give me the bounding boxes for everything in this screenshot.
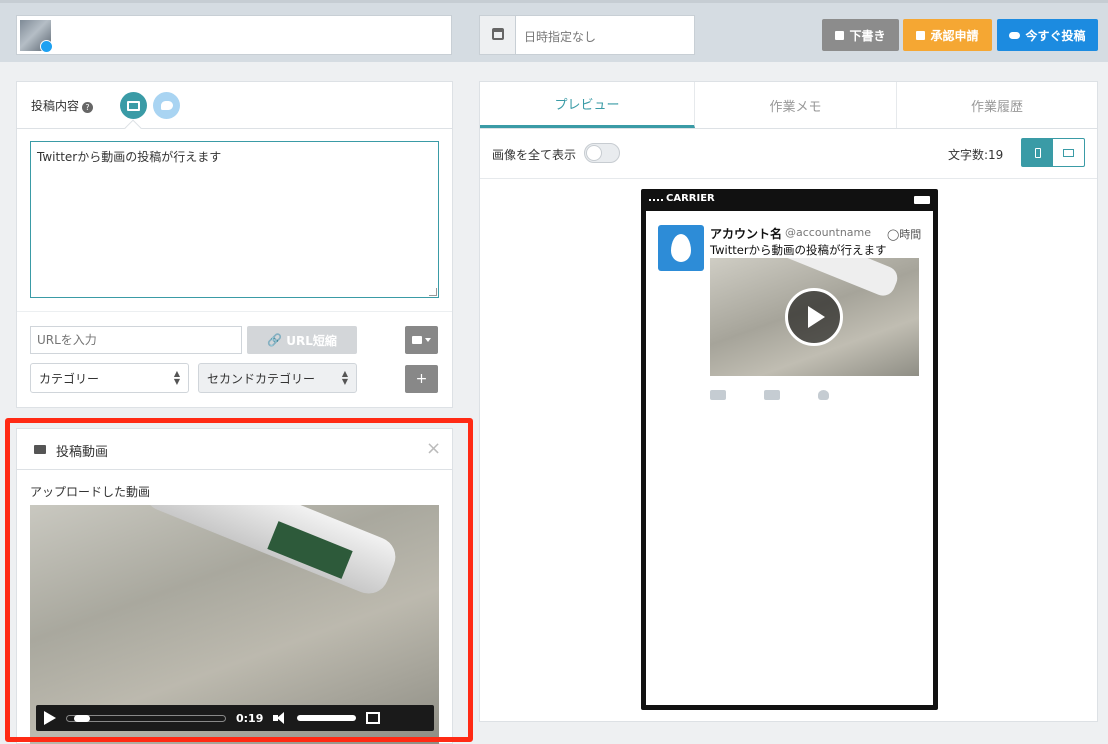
show-all-images-label: 画像を全て表示 — [492, 148, 577, 162]
composer-tab-label: 投稿内容? — [31, 97, 94, 114]
volume-icon[interactable] — [273, 712, 287, 724]
preview-panel: プレビュー 作業メモ 作業履歴 画像を全て表示 文字数:19 CARRIER ア… — [479, 81, 1098, 722]
help-icon[interactable]: ? — [82, 102, 94, 113]
post-now-button[interactable]: 今すぐ投稿 — [997, 19, 1098, 51]
tab-common-content[interactable] — [120, 92, 147, 119]
approve-button-label: 承認申請 — [930, 28, 979, 43]
section-divider — [17, 311, 452, 312]
volume-slider[interactable] — [297, 715, 357, 721]
tab-divider — [17, 128, 452, 129]
play-icon[interactable] — [44, 711, 56, 725]
post-now-button-label: 今すぐ投稿 — [1025, 28, 1086, 43]
tab-work-history[interactable]: 作業履歴 — [897, 82, 1097, 128]
cloud-upload-icon — [1009, 31, 1021, 39]
tab-twitter[interactable] — [153, 92, 180, 119]
resize-handle[interactable] — [429, 288, 437, 296]
video-panel: 投稿動画 × アップロードした動画 0:19 — [16, 428, 453, 744]
video-controls: 0:19 — [36, 705, 434, 731]
document-icon — [916, 30, 926, 40]
tweet-handle: @accountname — [785, 226, 872, 239]
mobile-icon — [1034, 147, 1041, 158]
signal-icon — [649, 194, 663, 201]
draft-button[interactable]: 下書き — [822, 19, 899, 51]
uploaded-video-player[interactable]: 0:19 — [30, 505, 439, 744]
camera-icon — [412, 336, 422, 344]
account-selector[interactable] — [16, 15, 452, 55]
draft-button-label: 下書き — [849, 28, 886, 43]
tab-preview[interactable]: プレビュー — [480, 82, 695, 128]
phone-preview: CARRIER アカウント名 @accountname ◯時間 Twitterか… — [641, 189, 938, 710]
category-select[interactable]: カテゴリー ▲ ▼ — [30, 363, 189, 393]
film-icon — [34, 445, 46, 454]
video-panel-title: 投稿動画 — [56, 445, 109, 460]
video-frame-content — [138, 505, 402, 600]
url-input[interactable] — [30, 326, 242, 354]
approve-button[interactable]: 承認申請 — [903, 19, 992, 51]
tweet-account-name: アカウント名 — [710, 227, 783, 241]
chevron-down-icon — [425, 338, 431, 342]
show-all-images-toggle[interactable] — [584, 143, 620, 163]
save-icon — [835, 30, 845, 40]
schedule-field[interactable]: 日時指定なし — [479, 15, 695, 55]
second-category-select-value: セカンドカテゴリー — [207, 371, 316, 386]
calendar-addon — [480, 16, 516, 54]
twitter-badge-icon — [40, 40, 53, 53]
url-shorten-label: URL短縮 — [286, 333, 337, 348]
account-avatar — [20, 20, 53, 53]
composer-tab-text: 投稿内容 — [31, 99, 80, 113]
tweet-video-preview — [710, 258, 919, 376]
link-icon: 🔗 — [267, 333, 283, 347]
url-shorten-button[interactable]: 🔗 URL短縮 — [247, 326, 357, 354]
video-frame-content — [769, 258, 901, 300]
mobile-view-button[interactable] — [1022, 139, 1053, 166]
toggle-knob — [586, 145, 602, 161]
category-select-value: カテゴリー — [39, 371, 100, 386]
char-count: 文字数:19 — [948, 148, 1004, 162]
reply-icon — [710, 390, 726, 400]
phone-status-bar: CARRIER — [649, 193, 932, 209]
schedule-value: 日時指定なし — [524, 30, 597, 44]
calendar-icon — [492, 28, 504, 40]
video-divider — [17, 469, 452, 470]
twitter-icon — [160, 101, 173, 110]
media-upload-button[interactable] — [405, 326, 438, 354]
add-category-button[interactable]: + — [405, 365, 438, 393]
fullscreen-icon[interactable] — [366, 712, 381, 724]
seek-handle[interactable] — [74, 714, 91, 722]
monitor-icon — [127, 100, 140, 111]
uploaded-video-label: アップロードした動画 — [30, 485, 151, 499]
retweet-icon — [764, 390, 780, 400]
phone-screen: アカウント名 @accountname ◯時間 Twitterから動画の投稿が行… — [646, 211, 933, 705]
carrier-label: CARRIER — [666, 193, 715, 204]
desktop-icon — [1063, 148, 1074, 157]
top-bar: 日時指定なし 下書き 承認申請 今すぐ投稿 — [0, 0, 1108, 62]
tweet-actions — [710, 390, 850, 400]
like-icon — [818, 390, 829, 400]
seek-bar[interactable] — [66, 714, 226, 722]
select-arrows-icon: ▲ ▼ — [341, 369, 348, 386]
tab-pointer — [124, 119, 142, 137]
preview-tabs: プレビュー 作業メモ 作業履歴 — [480, 82, 1097, 129]
tab-work-memo[interactable]: 作業メモ — [695, 82, 897, 128]
tweet-text: Twitterから動画の投稿が行えます — [710, 243, 887, 257]
post-text-input[interactable] — [30, 141, 439, 298]
battery-icon — [914, 196, 930, 204]
tweet-time: ◯時間 — [887, 228, 922, 241]
preview-divider — [480, 178, 1097, 179]
select-arrows-icon: ▲ ▼ — [173, 369, 180, 386]
play-icon — [785, 288, 843, 346]
video-time: 0:19 — [236, 711, 264, 725]
second-category-select[interactable]: セカンドカテゴリー ▲ ▼ — [198, 363, 357, 393]
desktop-view-button[interactable] — [1053, 139, 1084, 166]
close-icon[interactable]: × — [426, 438, 441, 459]
view-switcher — [1021, 138, 1085, 167]
composer-panel: 投稿内容? 🔗 URL短縮 カテゴリー ▲▼ セカンドカテゴリー ▲▼ + — [16, 81, 453, 408]
egg-avatar-icon — [671, 234, 691, 262]
tweet-avatar — [658, 225, 704, 271]
